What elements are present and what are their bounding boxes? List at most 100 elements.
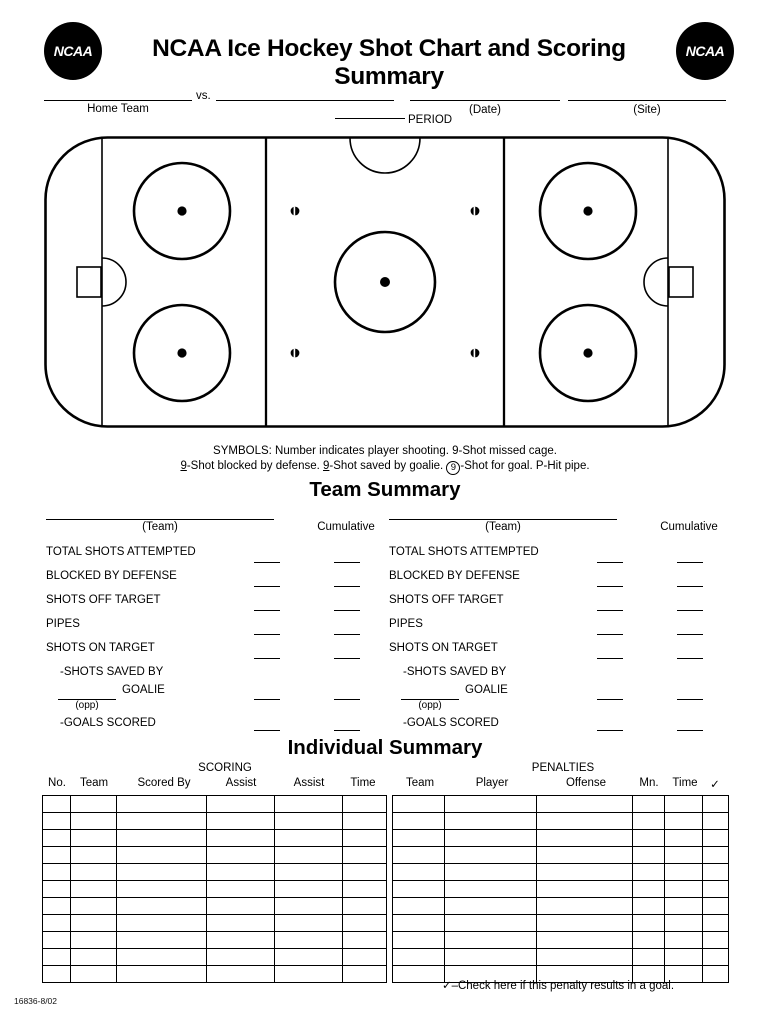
table-cell[interactable] bbox=[42, 914, 71, 932]
ts-cumulative-blocked-right[interactable] bbox=[677, 586, 703, 587]
table-cell[interactable] bbox=[392, 829, 445, 847]
table-cell[interactable] bbox=[206, 829, 275, 847]
table-row[interactable] bbox=[392, 829, 729, 847]
ts-value-total-shots-left[interactable] bbox=[254, 562, 280, 563]
table-cell[interactable] bbox=[632, 846, 665, 864]
table-cell[interactable] bbox=[42, 795, 71, 813]
table-cell[interactable] bbox=[42, 829, 71, 847]
ts-value-off-target-right[interactable] bbox=[597, 610, 623, 611]
table-cell[interactable] bbox=[664, 846, 703, 864]
table-cell[interactable] bbox=[70, 897, 117, 915]
ts-cumulative-total-shots-left[interactable] bbox=[334, 562, 360, 563]
table-cell[interactable] bbox=[342, 795, 387, 813]
ts-cumulative-off-target-right[interactable] bbox=[677, 610, 703, 611]
table-cell[interactable] bbox=[444, 795, 537, 813]
table-row[interactable] bbox=[42, 812, 387, 830]
table-row[interactable] bbox=[42, 948, 387, 966]
table-cell[interactable] bbox=[274, 965, 343, 983]
table-cell[interactable] bbox=[70, 846, 117, 864]
ts-value-pipes-left[interactable] bbox=[254, 634, 280, 635]
table-row[interactable] bbox=[392, 846, 729, 864]
table-cell[interactable] bbox=[274, 829, 343, 847]
table-row[interactable] bbox=[42, 863, 387, 881]
table-cell[interactable] bbox=[42, 965, 71, 983]
table-cell[interactable] bbox=[536, 948, 633, 966]
ts-value-off-target-left[interactable] bbox=[254, 610, 280, 611]
table-row[interactable] bbox=[392, 880, 729, 898]
table-cell[interactable] bbox=[42, 863, 71, 881]
table-cell[interactable] bbox=[116, 965, 207, 983]
ice-rink-diagram[interactable] bbox=[44, 136, 726, 428]
table-cell[interactable] bbox=[116, 812, 207, 830]
table-cell[interactable] bbox=[536, 829, 633, 847]
table-cell[interactable] bbox=[116, 880, 207, 898]
table-cell[interactable] bbox=[42, 812, 71, 830]
ts-value-goalie-right[interactable] bbox=[597, 699, 623, 700]
table-cell[interactable] bbox=[70, 829, 117, 847]
table-cell[interactable] bbox=[392, 846, 445, 864]
table-cell[interactable] bbox=[116, 897, 207, 915]
table-row[interactable] bbox=[392, 914, 729, 932]
table-cell[interactable] bbox=[342, 829, 387, 847]
table-cell[interactable] bbox=[392, 931, 445, 949]
table-cell[interactable] bbox=[274, 795, 343, 813]
team-name-field-right[interactable] bbox=[389, 519, 617, 520]
table-cell[interactable] bbox=[116, 914, 207, 932]
table-cell[interactable] bbox=[274, 897, 343, 915]
table-cell[interactable] bbox=[702, 897, 729, 915]
ts-value-blocked-left[interactable] bbox=[254, 586, 280, 587]
team-name-field-left[interactable] bbox=[46, 519, 274, 520]
table-cell[interactable] bbox=[632, 829, 665, 847]
table-cell[interactable] bbox=[274, 948, 343, 966]
table-cell[interactable] bbox=[116, 829, 207, 847]
table-cell[interactable] bbox=[70, 812, 117, 830]
ts-cumulative-on-target-left[interactable] bbox=[334, 658, 360, 659]
table-cell[interactable] bbox=[392, 880, 445, 898]
table-cell[interactable] bbox=[536, 795, 633, 813]
table-cell[interactable] bbox=[70, 931, 117, 949]
table-cell[interactable] bbox=[536, 931, 633, 949]
penalties-table-body[interactable] bbox=[392, 795, 729, 983]
table-cell[interactable] bbox=[632, 812, 665, 830]
table-cell[interactable] bbox=[536, 914, 633, 932]
scoring-table-body[interactable] bbox=[42, 795, 387, 983]
table-cell[interactable] bbox=[206, 931, 275, 949]
table-cell[interactable] bbox=[342, 965, 387, 983]
ts-cumulative-on-target-right[interactable] bbox=[677, 658, 703, 659]
away-team-field[interactable] bbox=[216, 100, 394, 101]
table-cell[interactable] bbox=[536, 897, 633, 915]
table-cell[interactable] bbox=[632, 897, 665, 915]
site-field[interactable] bbox=[568, 100, 726, 101]
table-cell[interactable] bbox=[444, 846, 537, 864]
ts-cumulative-goalie-left[interactable] bbox=[334, 699, 360, 700]
table-cell[interactable] bbox=[70, 965, 117, 983]
table-cell[interactable] bbox=[342, 948, 387, 966]
table-cell[interactable] bbox=[702, 931, 729, 949]
penalties-table[interactable] bbox=[392, 795, 729, 983]
table-cell[interactable] bbox=[392, 948, 445, 966]
table-cell[interactable] bbox=[444, 863, 537, 881]
table-row[interactable] bbox=[42, 914, 387, 932]
ts-cumulative-pipes-left[interactable] bbox=[334, 634, 360, 635]
table-cell[interactable] bbox=[274, 846, 343, 864]
table-cell[interactable] bbox=[444, 880, 537, 898]
table-cell[interactable] bbox=[274, 914, 343, 932]
table-row[interactable] bbox=[42, 829, 387, 847]
table-cell[interactable] bbox=[70, 914, 117, 932]
table-cell[interactable] bbox=[392, 863, 445, 881]
table-cell[interactable] bbox=[664, 931, 703, 949]
table-row[interactable] bbox=[42, 880, 387, 898]
table-cell[interactable] bbox=[206, 914, 275, 932]
table-cell[interactable] bbox=[632, 914, 665, 932]
table-cell[interactable] bbox=[70, 880, 117, 898]
table-cell[interactable] bbox=[444, 829, 537, 847]
table-cell[interactable] bbox=[116, 846, 207, 864]
table-cell[interactable] bbox=[444, 897, 537, 915]
ts-cumulative-goals-scored-right[interactable] bbox=[677, 730, 703, 731]
table-cell[interactable] bbox=[444, 914, 537, 932]
table-row[interactable] bbox=[392, 863, 729, 881]
table-cell[interactable] bbox=[664, 795, 703, 813]
table-cell[interactable] bbox=[702, 846, 729, 864]
table-cell[interactable] bbox=[342, 846, 387, 864]
table-cell[interactable] bbox=[536, 880, 633, 898]
